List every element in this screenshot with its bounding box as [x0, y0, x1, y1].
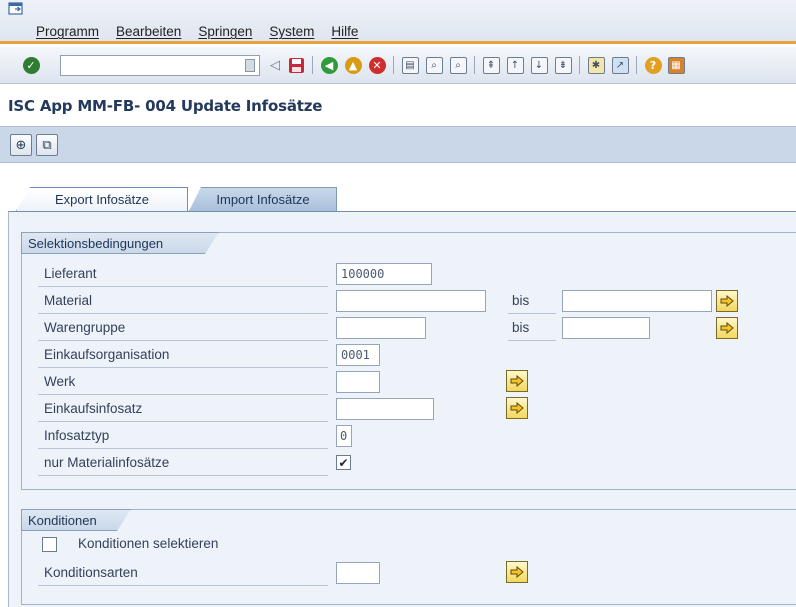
arrow-right-icon — [720, 322, 734, 334]
find-next-icon: ⌕ — [449, 56, 467, 74]
input-material-to[interactable] — [562, 290, 712, 312]
input-warengruppe-to[interactable] — [562, 317, 650, 339]
tab-export-infosaetze[interactable]: Export Infosätze — [16, 187, 188, 211]
find-icon: ⌕ — [425, 56, 443, 74]
layout-menu-icon: ▦ — [667, 56, 685, 74]
print-button[interactable]: ▤ — [400, 55, 420, 75]
command-field[interactable] — [60, 55, 260, 76]
label-material: Material — [44, 293, 93, 308]
back-icon: ◀ — [320, 56, 338, 74]
label-warengruppe-bis: bis — [512, 320, 530, 335]
system-menu-icon[interactable] — [8, 2, 24, 16]
label-einkaufsorganisation: Einkaufsorganisation — [44, 347, 170, 362]
conditions-frame-title: Konditionen — [21, 509, 131, 531]
help-button[interactable]: ? — [643, 55, 663, 75]
arrow-right-icon — [510, 402, 524, 414]
next-page-icon: ↓ — [530, 56, 548, 74]
arrow-right-icon — [720, 295, 734, 307]
input-lieferant[interactable]: 100000 — [336, 263, 432, 285]
previous-page-button[interactable]: ↑ — [505, 55, 525, 75]
checkbox-nur-materialinfosaetze[interactable]: ✔ — [336, 455, 351, 470]
enter-check-icon: ✓ — [22, 56, 40, 74]
page-title: ISC App MM-FB- 004 Update Infosätze — [8, 97, 323, 115]
conditions-frame: Konditionen Konditionen selektieren Kond… — [21, 509, 796, 605]
previous-page-icon: ↑ — [506, 56, 524, 74]
werk-multiple-selection-button[interactable] — [506, 370, 528, 392]
cancel-button[interactable]: ✕ — [367, 55, 387, 75]
label-infosatztyp: Infosatztyp — [44, 428, 110, 443]
tab-import-infosaetze[interactable]: Import Infosätze — [189, 187, 337, 211]
menu-system[interactable]: System — [269, 24, 314, 39]
find-next-button[interactable]: ⌕ — [448, 55, 468, 75]
input-infosatztyp[interactable]: 0 — [336, 425, 352, 447]
last-page-icon: ⇟ — [554, 56, 572, 74]
shortcut-button[interactable]: ↗ — [610, 55, 630, 75]
input-einkaufsorganisation[interactable]: 0001 — [336, 344, 380, 366]
input-werk[interactable] — [336, 371, 380, 393]
warengruppe-multiple-selection-button[interactable] — [716, 317, 738, 339]
arrow-right-icon — [510, 375, 524, 387]
menu-items: Programm Bearbeiten Springen System Hilf… — [36, 24, 375, 39]
new-session-button[interactable]: ✱ — [586, 55, 606, 75]
arrow-right-icon — [510, 566, 524, 578]
save-icon — [288, 57, 304, 73]
find-button[interactable]: ⌕ — [424, 55, 444, 75]
back-button[interactable]: ◀ — [319, 55, 339, 75]
menu-programm[interactable]: Programm — [36, 24, 99, 39]
input-einkaufsinfosatz[interactable] — [336, 398, 434, 420]
application-toolbar: ⊕ ⧉ — [0, 126, 796, 163]
tab-content: Selektionsbedingungen Lieferant 100000 M… — [8, 211, 796, 607]
execute-button[interactable]: ⊕ — [10, 134, 32, 156]
command-dropdown-icon[interactable] — [245, 59, 255, 72]
label-material-bis: bis — [512, 293, 530, 308]
help-icon: ? — [644, 56, 662, 74]
next-page-button[interactable]: ↓ — [529, 55, 549, 75]
input-warengruppe-from[interactable] — [336, 317, 426, 339]
checkmark-icon: ✔ — [338, 455, 349, 470]
menu-hilfe[interactable]: Hilfe — [331, 24, 358, 39]
menu-springen[interactable]: Springen — [198, 24, 252, 39]
cancel-icon: ✕ — [368, 56, 386, 74]
exit-icon: ▲ — [344, 56, 362, 74]
first-page-icon: ⇞ — [482, 56, 500, 74]
standard-toolbar: ✓ ◁ ◀ ▲ ✕ ▤ ⌕ ⌕ ⇞ ↑ ↓ ⇟ ✱ ↗ ? ▦ — [0, 47, 796, 84]
shortcut-icon: ↗ — [611, 56, 629, 74]
save-button[interactable] — [286, 55, 306, 75]
konditionsarten-multiple-selection-button[interactable] — [506, 561, 528, 583]
einkaufsinfosatz-multiple-selection-button[interactable] — [506, 397, 528, 419]
label-lieferant: Lieferant — [44, 266, 97, 281]
last-page-button[interactable]: ⇟ — [553, 55, 573, 75]
menu-bearbeiten[interactable]: Bearbeiten — [116, 24, 181, 39]
back-arrow-icon[interactable]: ◁ — [268, 55, 282, 75]
exit-button[interactable]: ▲ — [343, 55, 363, 75]
first-page-button[interactable]: ⇞ — [481, 55, 501, 75]
checkbox-konditionen-selektieren[interactable] — [42, 537, 57, 552]
new-session-icon: ✱ — [587, 56, 605, 74]
material-multiple-selection-button[interactable] — [716, 290, 738, 312]
label-werk: Werk — [44, 374, 76, 389]
label-konditionsarten: Konditionsarten — [44, 565, 138, 580]
label-nur-materialinfosaetze: nur Materialinfosätze — [44, 455, 170, 470]
label-konditionen-selektieren: Konditionen selektieren — [78, 536, 219, 551]
execute-icon: ⊕ — [15, 137, 27, 153]
get-variant-icon: ⧉ — [42, 137, 52, 153]
print-icon: ▤ — [401, 56, 419, 74]
layout-menu-button[interactable]: ▦ — [667, 55, 685, 75]
get-variant-button[interactable]: ⧉ — [36, 134, 58, 156]
label-warengruppe: Warengruppe — [44, 320, 126, 335]
label-einkaufsinfosatz: Einkaufsinfosatz — [44, 401, 143, 416]
selection-frame: Selektionsbedingungen Lieferant 100000 M… — [21, 232, 796, 490]
input-material-from[interactable] — [336, 290, 486, 312]
selection-frame-title: Selektionsbedingungen — [21, 232, 219, 254]
menu-bar: Programm Bearbeiten Springen System Hilf… — [0, 0, 796, 44]
input-konditionsarten[interactable] — [336, 562, 380, 584]
enter-button[interactable]: ✓ — [20, 55, 42, 75]
